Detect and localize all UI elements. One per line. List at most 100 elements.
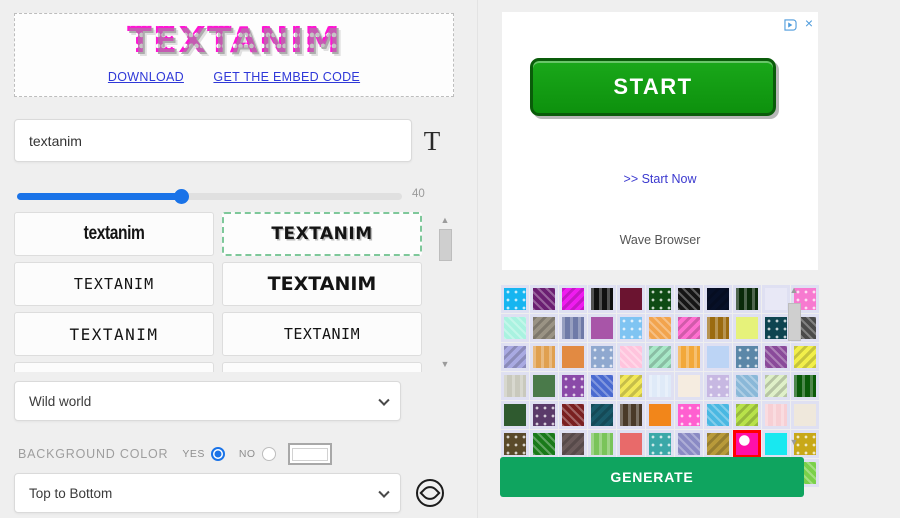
slider-thumb[interactable]	[174, 189, 189, 204]
download-link[interactable]: DOWNLOAD	[108, 70, 184, 84]
palette-swatch[interactable]	[646, 285, 674, 313]
palette-swatch[interactable]	[588, 314, 616, 342]
palette-swatch[interactable]	[733, 401, 761, 429]
font-list[interactable]: textanim TEXTANIM TEXTANIM TEXTANIM TEXTANIM…	[14, 212, 434, 372]
palette-swatch[interactable]	[617, 372, 645, 400]
palette-swatch[interactable]	[530, 314, 558, 342]
palette-swatch[interactable]	[733, 314, 761, 342]
palette-swatch[interactable]	[588, 343, 616, 371]
palette-scrollbar[interactable]: ▲ ▼	[786, 285, 802, 447]
font-option[interactable]: TEXTANIM	[14, 312, 214, 356]
palette-swatch[interactable]	[588, 285, 616, 313]
ad-brand-label: Wave Browser	[619, 233, 701, 247]
swatch-fill	[707, 433, 729, 455]
palette-swatch[interactable]	[588, 430, 616, 458]
palette-swatch[interactable]	[501, 430, 529, 458]
palette-swatch[interactable]	[733, 285, 761, 313]
swatch-fill	[736, 346, 758, 368]
font-option[interactable]: textanim	[14, 212, 214, 256]
palette-swatch[interactable]	[675, 401, 703, 429]
palette-swatch[interactable]	[675, 314, 703, 342]
palette-swatch[interactable]	[530, 372, 558, 400]
theme-select[interactable]: Wild world	[14, 381, 401, 421]
palette-swatch[interactable]	[733, 430, 761, 458]
palette-swatch[interactable]	[530, 343, 558, 371]
palette-swatch[interactable]	[646, 343, 674, 371]
radio-no[interactable]	[261, 447, 276, 461]
font-option[interactable]	[14, 362, 214, 372]
embed-code-link[interactable]: GET THE EMBED CODE	[213, 70, 360, 84]
palette-swatch[interactable]	[559, 343, 587, 371]
palette-swatch[interactable]	[530, 401, 558, 429]
palette-swatch[interactable]	[559, 314, 587, 342]
swatch-fill	[591, 288, 613, 310]
font-option[interactable]: TEXTANIM	[14, 262, 214, 306]
font-option[interactable]: TEXTANIM	[222, 312, 422, 356]
radio-yes[interactable]	[210, 447, 225, 461]
palette-swatch[interactable]	[704, 314, 732, 342]
direction-select-value: Top to Bottom	[29, 485, 113, 501]
panel-divider	[477, 0, 478, 518]
scroll-up-icon[interactable]: ▲	[440, 215, 450, 225]
palette-scrollbar-thumb[interactable]	[788, 303, 801, 341]
size-slider[interactable]: 40	[17, 186, 447, 208]
background-color-swatch[interactable]	[287, 443, 332, 465]
palette-scroll-down-icon[interactable]: ▼	[789, 437, 799, 447]
palette-swatch[interactable]	[617, 343, 645, 371]
palette-swatch[interactable]	[530, 430, 558, 458]
palette-swatch[interactable]	[501, 343, 529, 371]
palette-swatch[interactable]	[559, 372, 587, 400]
palette-swatch[interactable]	[675, 430, 703, 458]
palette-swatch[interactable]	[704, 401, 732, 429]
text-format-icon[interactable]: T	[418, 128, 446, 156]
palette-swatch[interactable]	[559, 285, 587, 313]
palette-swatch[interactable]	[646, 314, 674, 342]
color-palette: ▲ ▼	[498, 281, 819, 487]
palette-swatch[interactable]	[588, 372, 616, 400]
font-list-scrollbar[interactable]: ▲ ▼	[437, 212, 453, 372]
palette-swatch[interactable]	[704, 343, 732, 371]
swatch-fill	[736, 375, 758, 397]
font-option[interactable]	[222, 362, 422, 372]
palette-swatch[interactable]	[588, 401, 616, 429]
palette-swatch[interactable]	[617, 430, 645, 458]
ad-start-button-label: START	[613, 74, 693, 99]
palette-swatch[interactable]	[646, 401, 674, 429]
palette-swatch[interactable]	[617, 314, 645, 342]
palette-swatch[interactable]	[646, 430, 674, 458]
palette-swatch[interactable]	[733, 372, 761, 400]
palette-swatch[interactable]	[501, 314, 529, 342]
sidebar-panel: × START >> Start Now Wave Browser ▲ ▼ GE…	[490, 0, 900, 518]
editor-panel: TEXTANIM DOWNLOAD GET THE EMBED CODE T 4…	[0, 0, 470, 518]
palette-swatch[interactable]	[501, 372, 529, 400]
direction-select[interactable]: Top to Bottom	[14, 473, 401, 513]
scroll-down-icon[interactable]: ▼	[440, 359, 450, 369]
palette-swatch[interactable]	[559, 401, 587, 429]
palette-swatch[interactable]	[501, 401, 529, 429]
palette-swatch[interactable]	[501, 285, 529, 313]
compass-icon[interactable]	[416, 479, 444, 507]
scrollbar-thumb[interactable]	[439, 229, 452, 261]
text-input[interactable]	[14, 119, 412, 162]
palette-swatch[interactable]	[704, 430, 732, 458]
palette-swatch[interactable]	[675, 285, 703, 313]
palette-scroll-up-icon[interactable]: ▲	[789, 285, 799, 295]
palette-swatch[interactable]	[617, 401, 645, 429]
palette-swatch[interactable]	[675, 372, 703, 400]
palette-swatch[interactable]	[559, 430, 587, 458]
palette-swatch[interactable]	[530, 285, 558, 313]
close-icon[interactable]: ×	[805, 16, 813, 30]
palette-swatch[interactable]	[704, 372, 732, 400]
palette-swatch[interactable]	[646, 372, 674, 400]
palette-swatch[interactable]	[704, 285, 732, 313]
ad-start-button[interactable]: START	[530, 58, 776, 116]
font-option[interactable]: TEXTANIM	[222, 212, 422, 256]
adchoices-icon[interactable]	[784, 19, 797, 31]
font-option[interactable]: TEXTANIM	[222, 262, 422, 306]
generate-button[interactable]: GENERATE	[500, 457, 804, 497]
palette-swatch[interactable]	[733, 343, 761, 371]
palette-swatch[interactable]	[617, 285, 645, 313]
swatch-fill	[765, 433, 787, 455]
palette-swatch[interactable]	[675, 343, 703, 371]
ad-start-now-link[interactable]: >> Start Now	[502, 172, 818, 186]
